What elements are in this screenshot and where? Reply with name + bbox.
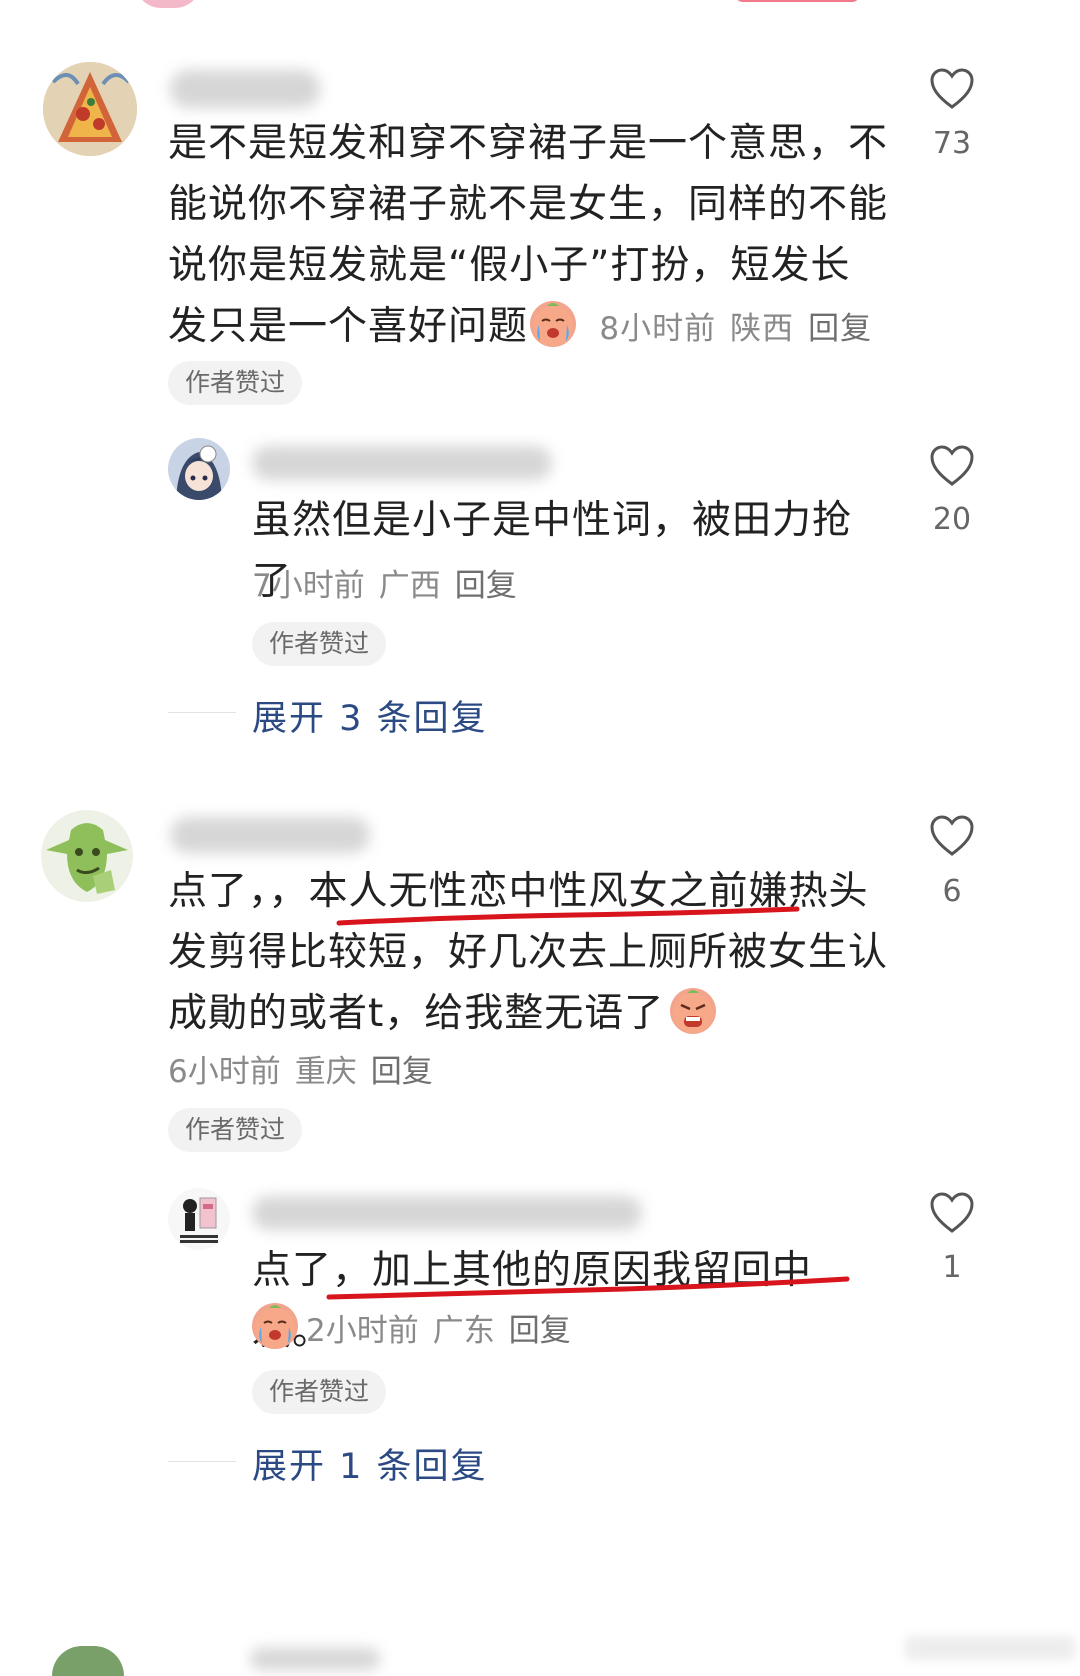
reply-1-meta: 7小时前 广西 回复: [252, 560, 531, 605]
reply-2-author-liked-badge: 作者赞过: [252, 1370, 387, 1414]
reply-1-avatar[interactable]: [168, 438, 230, 500]
reply-2-reply-button[interactable]: 回复: [509, 1313, 571, 1349]
comment-2-reply-button[interactable]: 回复: [371, 1054, 433, 1090]
comment-1-reply-button[interactable]: 回复: [808, 311, 872, 347]
reply-1-reply-button[interactable]: 回复: [455, 568, 517, 604]
comment-2-meta: 6小时前 重庆 回复: [168, 1046, 447, 1091]
cut-off-button: [735, 0, 860, 2]
comment-1-author-liked-badge: 作者赞过: [168, 361, 303, 405]
reply-2-like-button[interactable]: [929, 1192, 975, 1234]
reply-1-like-count: 20: [932, 502, 972, 537]
comment-2-location: 重庆: [294, 1054, 357, 1090]
comment-1-like-button[interactable]: [929, 68, 975, 110]
cut-off-avatar: [135, 0, 201, 8]
comment-1-meta: 8小时前 陕西 回复: [599, 311, 886, 347]
heart-outline-icon: [930, 815, 974, 856]
watermark: [905, 1636, 1075, 1660]
reply-2-time: 2小时前: [306, 1313, 419, 1349]
angry-emoji-icon: [670, 988, 717, 1034]
comment-1-username-blurred[interactable]: [170, 70, 320, 108]
reply-1-location: 广西: [378, 568, 441, 604]
expand-replies-button[interactable]: 展开 3 条回复: [252, 690, 488, 741]
comment-2-text: 点了，，本人无性恋中性风女之前嫌热头发剪得比较短，好几次去上厕所被女生认成勛的或…: [168, 861, 888, 1044]
expand-divider: [168, 1461, 236, 1462]
comment-2-text-before: 点了，，: [168, 869, 309, 914]
heart-outline-icon: [930, 445, 974, 486]
reply-1-time: 7小时前: [252, 568, 365, 604]
comment-2-like-count: 6: [942, 874, 962, 909]
reply-2-meta: 2小时前 广东 回复: [252, 1303, 585, 1350]
next-comment-username-partial: [250, 1648, 380, 1670]
comment-2-author-liked-badge: 作者赞过: [168, 1108, 303, 1152]
reply-2-location: 广东: [432, 1313, 495, 1349]
reply-2-avatar[interactable]: [168, 1188, 230, 1250]
comment-2-avatar[interactable]: [41, 810, 133, 902]
comment-2-like-button[interactable]: [929, 815, 975, 857]
comment-2-username-blurred[interactable]: [170, 817, 370, 853]
comment-1-time: 8小时前: [599, 311, 717, 347]
reply-1-username-blurred[interactable]: [252, 446, 552, 480]
reply-1-author-liked-badge: 作者赞过: [252, 622, 387, 666]
reply-2-red-underline: [326, 1276, 850, 1300]
next-comment-avatar-partial: [52, 1646, 124, 1676]
comment-2-time: 6小时前: [168, 1054, 281, 1090]
crying-emoji-icon: [530, 301, 577, 347]
reply-1-like-button[interactable]: [929, 445, 975, 487]
heart-outline-icon: [930, 68, 974, 109]
comment-1-like-count: 73: [932, 126, 972, 161]
reply-2-like-count: 1: [942, 1250, 962, 1285]
expand-replies-button[interactable]: 展开 1 条回复: [252, 1438, 488, 1489]
heart-outline-icon: [930, 1192, 974, 1233]
reply-2-username-blurred[interactable]: [252, 1196, 642, 1230]
comment-2-red-underline: [336, 906, 800, 926]
expand-divider: [168, 712, 236, 713]
crying-emoji-icon: [252, 1303, 298, 1349]
comment-1-text: 是不是短发和穿不穿裙子是一个意思，不能说你不穿裙子就不是女生，同样的不能说你是短…: [168, 113, 888, 360]
comment-1-location: 陕西: [730, 311, 795, 347]
comment-1-avatar[interactable]: [43, 62, 137, 156]
